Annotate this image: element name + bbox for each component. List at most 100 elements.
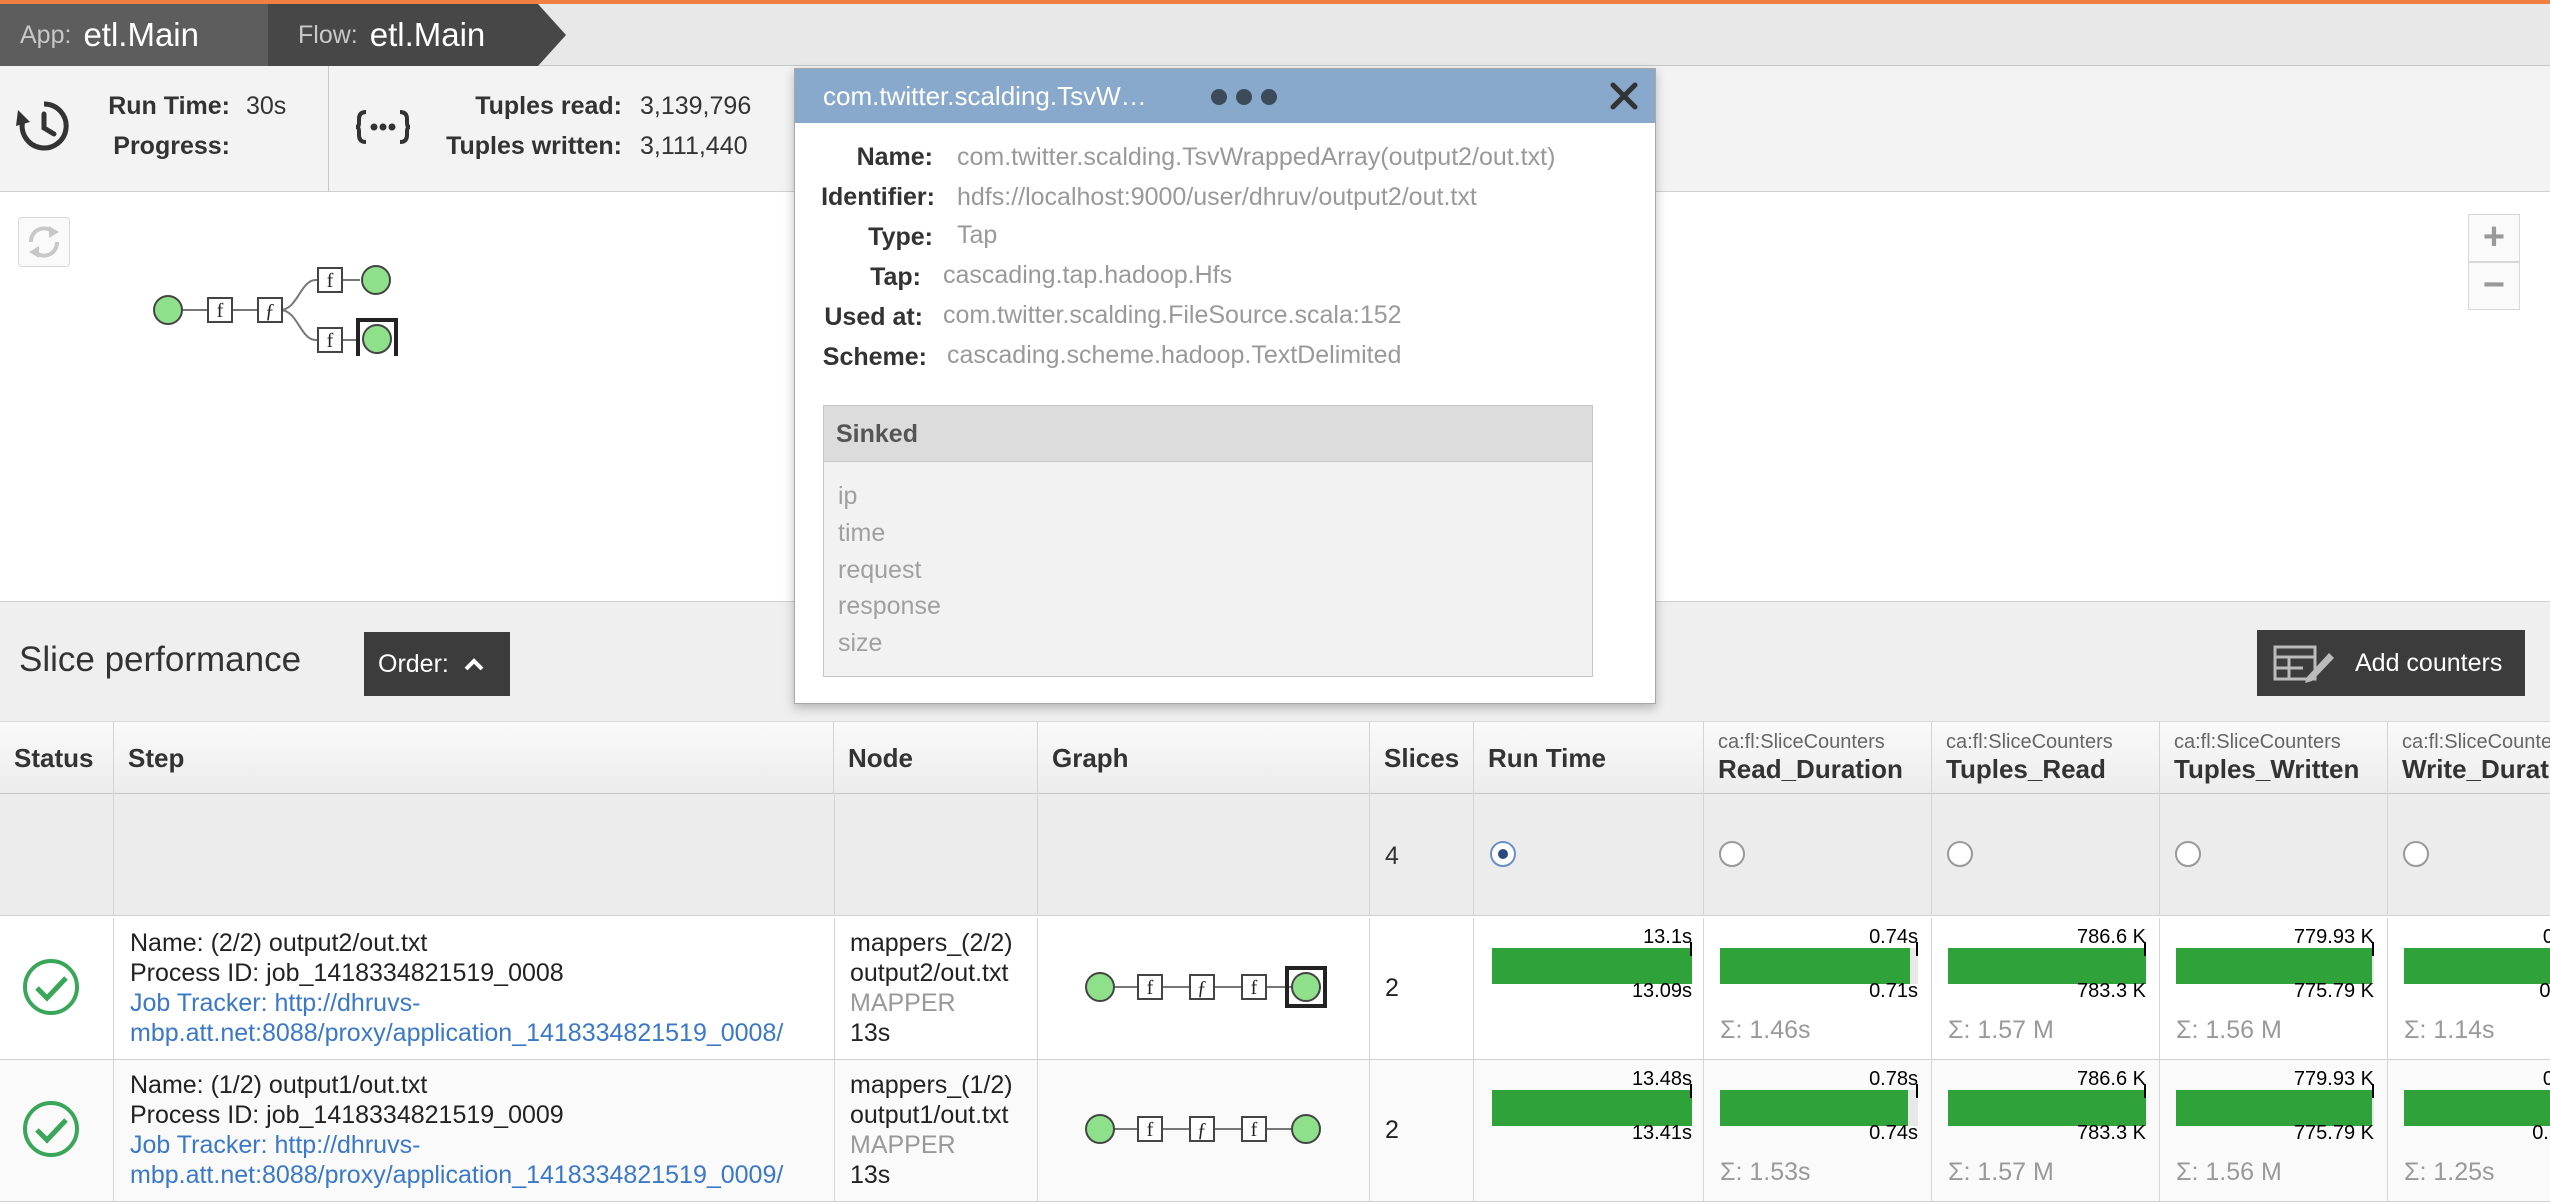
tuples-read-bar[interactable]: 786.6 K 783.3 K Σ: 1.57 M (1948, 918, 2146, 1060)
step-name: Name: (2/2) output2/out.txt (130, 929, 428, 957)
source-node[interactable] (153, 295, 183, 325)
column-header-tuples-read[interactable]: ca:fl:SliceCounters Tuples_Read (1932, 722, 2160, 794)
bar-max-label: 0 (2542, 1068, 2550, 1090)
tuples-written-label: Tuples written: (446, 132, 622, 160)
bar-sum-label: Σ: 1.56 M (2176, 1158, 2282, 1186)
counter-group-label: ca:fl:SliceCounte (2402, 731, 2550, 753)
tuples-written-bar[interactable]: 779.93 K 775.79 K Σ: 1.56 M (2176, 918, 2374, 1060)
sinked-field: request (838, 556, 922, 584)
tap-details-popup[interactable]: com.twitter.scalding.TsvW… Name: com.twi… (794, 68, 1656, 704)
counter-group-label: ca:fl:SliceCounters (1718, 731, 1885, 753)
breadcrumb-flow[interactable]: Flow: etl.Main (268, 4, 538, 66)
tuples-read-bar[interactable]: 786.6 K 783.3 K Σ: 1.57 M (1948, 1060, 2146, 1202)
sink-node-selected[interactable] (362, 324, 392, 354)
step-info: Name: (1/2) output1/out.txt Process ID: … (130, 1070, 820, 1190)
add-counters-button[interactable]: Add counters (2257, 630, 2525, 696)
run-time-bar[interactable]: 13.48s 13.41s (1492, 1060, 1692, 1202)
bar-min-label: 0. (2539, 980, 2550, 1002)
step-name: Name: (1/2) output1/out.txt (130, 1071, 428, 1099)
used-at-value: com.twitter.scalding.FileSource.scala:15… (943, 301, 1402, 329)
zoom-out-button[interactable]: − (2468, 262, 2520, 310)
svg-text:ƒ: ƒ (1197, 977, 1207, 999)
node-type: MAPPER (850, 989, 956, 1017)
sink-node[interactable] (361, 265, 391, 295)
type-label: Type: (868, 223, 933, 251)
table-edit-icon (2273, 645, 2334, 683)
job-tracker-link[interactable]: mbp.att.net:8088/proxy/application_14183… (130, 1160, 820, 1190)
column-header-node[interactable]: Node (834, 722, 1038, 794)
type-value: Tap (957, 221, 998, 249)
column-header-step[interactable]: Step (114, 722, 834, 794)
table-row[interactable]: Name: (1/2) output1/out.txt Process ID: … (0, 1060, 2550, 1202)
bar-sum-label: Σ: 1.46s (1720, 1016, 1811, 1044)
sort-radio-tuples-read[interactable] (1947, 841, 1973, 867)
check-circle-icon (23, 959, 79, 1015)
job-tracker-link[interactable]: Job Tracker: http://dhruvs- (130, 988, 820, 1018)
write-duration-bar[interactable]: 0 0. Σ: 1.14s (2404, 918, 2550, 1060)
order-button[interactable]: Order: (364, 632, 510, 696)
bar-fill (1492, 1090, 1692, 1126)
bar-sum-label: Σ: 1.25s (2404, 1158, 2495, 1186)
breadcrumb-separator (538, 4, 566, 66)
counter-name-label: Read_Duration (1718, 754, 1903, 784)
zoom-in-button[interactable]: + (2468, 214, 2520, 262)
table-row[interactable]: Name: (2/2) output2/out.txt Process ID: … (0, 918, 2550, 1060)
sort-radio-read-duration[interactable] (1719, 841, 1745, 867)
step-graph[interactable]: f ƒ f (1080, 1104, 1340, 1154)
sort-radio-run-time[interactable] (1490, 841, 1516, 867)
add-counters-label: Add counters (2355, 648, 2503, 677)
flow-graph-diagram[interactable]: f ƒ f f (148, 256, 408, 356)
bar-fill (1492, 948, 1692, 984)
popup-title: com.twitter.scalding.TsvW… (823, 81, 1147, 111)
column-header-read-duration[interactable]: ca:fl:SliceCounters Read_Duration (1704, 722, 1932, 794)
counter-group-label: ca:fl:SliceCounters (1946, 731, 2113, 753)
bar-sum-label: Σ: 1.56 M (2176, 1016, 2282, 1044)
step-process-id: Process ID: job_1418334821519_0009 (130, 1101, 564, 1129)
table-sort-row (0, 794, 2550, 916)
column-header-slices[interactable]: Slices (1370, 722, 1474, 794)
column-header-write-duration[interactable]: ca:fl:SliceCounte Write_Durat (2388, 722, 2550, 794)
step-graph[interactable]: f ƒ f (1080, 962, 1340, 1012)
counter-group-label: ca:fl:SliceCounters (2174, 731, 2341, 753)
flow-label: Flow: (298, 20, 358, 49)
svg-text:f: f (1147, 1119, 1154, 1141)
pipe-node-label: ƒ (265, 300, 275, 322)
run-time-value: 30s (246, 92, 287, 120)
table-header-row: Status Step Node Graph Slices Run Time c… (0, 722, 2550, 794)
app-name: etl.Main (83, 16, 199, 53)
sort-radio-tuples-written[interactable] (2175, 841, 2201, 867)
tap-label: Tap: (870, 263, 921, 291)
svg-text:f: f (1147, 977, 1154, 999)
node-type: MAPPER (850, 1131, 956, 1159)
progress-label: Progress: (113, 132, 230, 160)
function-node-label: f (217, 300, 224, 322)
clock-refresh-icon (16, 101, 69, 151)
job-tracker-link[interactable]: mbp.att.net:8088/proxy/application_14183… (130, 1018, 820, 1048)
column-header-status[interactable]: Status (0, 722, 114, 794)
run-time-bar[interactable]: 13.1s 13.09s (1492, 918, 1692, 1060)
sinked-field: ip (838, 482, 858, 510)
column-header-run-time[interactable]: Run Time (1474, 722, 1704, 794)
bar-max-label: 779.93 K (2293, 1068, 2374, 1090)
sort-radio-write-duration[interactable] (2403, 841, 2429, 867)
write-duration-bar[interactable]: 0 0.5 Σ: 1.25s (2404, 1060, 2550, 1202)
column-header-tuples-written[interactable]: ca:fl:SliceCounters Tuples_Written (2160, 722, 2388, 794)
read-duration-bar[interactable]: 0.78s 0.74s Σ: 1.53s (1720, 1060, 1918, 1202)
bar-max-label: 0.74s (1869, 926, 1918, 948)
tuples-written-bar[interactable]: 779.93 K 775.79 K Σ: 1.56 M (2176, 1060, 2374, 1202)
order-label: Order: (378, 649, 449, 678)
drag-dots-icon[interactable] (1209, 87, 1279, 107)
read-duration-bar[interactable]: 0.74s 0.71s Σ: 1.46s (1720, 918, 1918, 1060)
refresh-button[interactable] (18, 217, 70, 267)
bar-max-label: 0 (2542, 926, 2550, 948)
close-icon[interactable] (1607, 79, 1641, 113)
breadcrumb-app[interactable]: App: etl.Main (0, 4, 268, 66)
node-info: mappers_(1/2) output1/out.txt MAPPER 13s (850, 1070, 1013, 1190)
job-tracker-link[interactable]: Job Tracker: http://dhruvs- (130, 1130, 820, 1160)
bar-min-label: 0.74s (1869, 1122, 1918, 1144)
column-header-graph[interactable]: Graph (1038, 722, 1370, 794)
bar-fill (1948, 1090, 2146, 1126)
scheme-value: cascading.scheme.hadoop.TextDelimited (947, 341, 1402, 369)
popup-header[interactable]: com.twitter.scalding.TsvW… (795, 69, 1655, 123)
bar-fill (1720, 948, 1910, 984)
